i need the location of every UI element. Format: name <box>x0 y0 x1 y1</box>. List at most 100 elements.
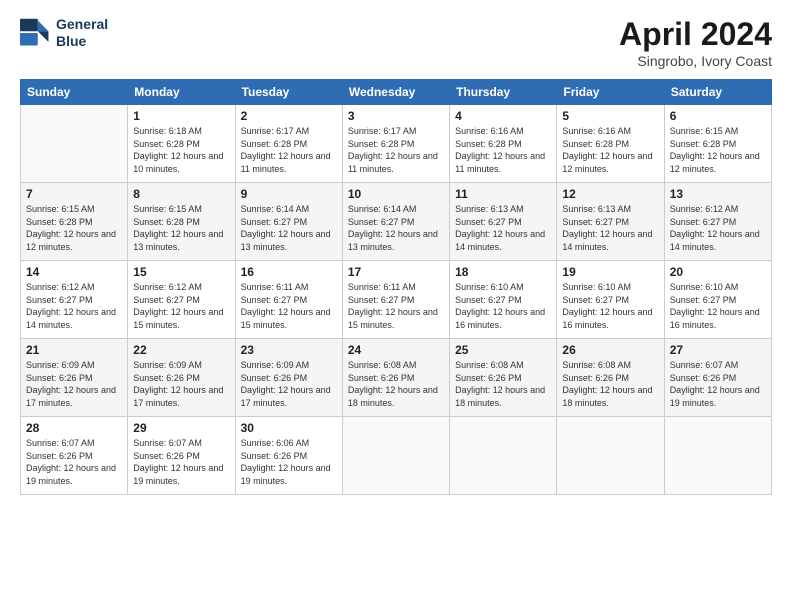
day-number: 5 <box>562 109 658 123</box>
day-number: 11 <box>455 187 551 201</box>
calendar-cell: 13 Sunrise: 6:12 AM Sunset: 6:27 PM Dayl… <box>664 183 771 261</box>
calendar-week-row: 28 Sunrise: 6:07 AM Sunset: 6:26 PM Dayl… <box>21 417 772 495</box>
day-number: 3 <box>348 109 444 123</box>
calendar-cell <box>557 417 664 495</box>
calendar-cell: 27 Sunrise: 6:07 AM Sunset: 6:26 PM Dayl… <box>664 339 771 417</box>
day-number: 6 <box>670 109 766 123</box>
header-row: SundayMondayTuesdayWednesdayThursdayFrid… <box>21 80 772 105</box>
weekday-header: Monday <box>128 80 235 105</box>
day-number: 19 <box>562 265 658 279</box>
calendar-cell: 5 Sunrise: 6:16 AM Sunset: 6:28 PM Dayli… <box>557 105 664 183</box>
day-info: Sunrise: 6:14 AM Sunset: 6:27 PM Dayligh… <box>241 203 337 253</box>
day-number: 21 <box>26 343 122 357</box>
day-number: 4 <box>455 109 551 123</box>
weekday-header: Sunday <box>21 80 128 105</box>
calendar-cell <box>450 417 557 495</box>
calendar-cell: 30 Sunrise: 6:06 AM Sunset: 6:26 PM Dayl… <box>235 417 342 495</box>
day-info: Sunrise: 6:17 AM Sunset: 6:28 PM Dayligh… <box>241 125 337 175</box>
day-number: 7 <box>26 187 122 201</box>
calendar-week-row: 1 Sunrise: 6:18 AM Sunset: 6:28 PM Dayli… <box>21 105 772 183</box>
day-info: Sunrise: 6:13 AM Sunset: 6:27 PM Dayligh… <box>455 203 551 253</box>
calendar-cell: 11 Sunrise: 6:13 AM Sunset: 6:27 PM Dayl… <box>450 183 557 261</box>
day-info: Sunrise: 6:16 AM Sunset: 6:28 PM Dayligh… <box>455 125 551 175</box>
calendar-cell: 3 Sunrise: 6:17 AM Sunset: 6:28 PM Dayli… <box>342 105 449 183</box>
day-info: Sunrise: 6:11 AM Sunset: 6:27 PM Dayligh… <box>241 281 337 331</box>
calendar-cell: 10 Sunrise: 6:14 AM Sunset: 6:27 PM Dayl… <box>342 183 449 261</box>
calendar-cell: 18 Sunrise: 6:10 AM Sunset: 6:27 PM Dayl… <box>450 261 557 339</box>
logo-icon <box>20 17 52 49</box>
day-number: 16 <box>241 265 337 279</box>
day-number: 9 <box>241 187 337 201</box>
calendar-cell: 9 Sunrise: 6:14 AM Sunset: 6:27 PM Dayli… <box>235 183 342 261</box>
day-info: Sunrise: 6:11 AM Sunset: 6:27 PM Dayligh… <box>348 281 444 331</box>
weekday-header: Saturday <box>664 80 771 105</box>
day-number: 8 <box>133 187 229 201</box>
month-title: April 2024 <box>619 16 772 53</box>
calendar-week-row: 14 Sunrise: 6:12 AM Sunset: 6:27 PM Dayl… <box>21 261 772 339</box>
day-info: Sunrise: 6:16 AM Sunset: 6:28 PM Dayligh… <box>562 125 658 175</box>
day-info: Sunrise: 6:15 AM Sunset: 6:28 PM Dayligh… <box>133 203 229 253</box>
calendar-cell <box>21 105 128 183</box>
day-info: Sunrise: 6:07 AM Sunset: 6:26 PM Dayligh… <box>670 359 766 409</box>
day-number: 10 <box>348 187 444 201</box>
calendar-cell: 29 Sunrise: 6:07 AM Sunset: 6:26 PM Dayl… <box>128 417 235 495</box>
day-number: 20 <box>670 265 766 279</box>
calendar-cell: 25 Sunrise: 6:08 AM Sunset: 6:26 PM Dayl… <box>450 339 557 417</box>
calendar-cell: 19 Sunrise: 6:10 AM Sunset: 6:27 PM Dayl… <box>557 261 664 339</box>
calendar-cell: 15 Sunrise: 6:12 AM Sunset: 6:27 PM Dayl… <box>128 261 235 339</box>
calendar-cell <box>664 417 771 495</box>
day-number: 26 <box>562 343 658 357</box>
day-info: Sunrise: 6:15 AM Sunset: 6:28 PM Dayligh… <box>670 125 766 175</box>
calendar-cell: 17 Sunrise: 6:11 AM Sunset: 6:27 PM Dayl… <box>342 261 449 339</box>
calendar-week-row: 21 Sunrise: 6:09 AM Sunset: 6:26 PM Dayl… <box>21 339 772 417</box>
calendar-cell: 7 Sunrise: 6:15 AM Sunset: 6:28 PM Dayli… <box>21 183 128 261</box>
day-info: Sunrise: 6:08 AM Sunset: 6:26 PM Dayligh… <box>348 359 444 409</box>
day-number: 15 <box>133 265 229 279</box>
day-info: Sunrise: 6:17 AM Sunset: 6:28 PM Dayligh… <box>348 125 444 175</box>
day-number: 17 <box>348 265 444 279</box>
calendar-cell: 6 Sunrise: 6:15 AM Sunset: 6:28 PM Dayli… <box>664 105 771 183</box>
day-info: Sunrise: 6:09 AM Sunset: 6:26 PM Dayligh… <box>133 359 229 409</box>
calendar-cell: 20 Sunrise: 6:10 AM Sunset: 6:27 PM Dayl… <box>664 261 771 339</box>
day-info: Sunrise: 6:08 AM Sunset: 6:26 PM Dayligh… <box>562 359 658 409</box>
logo: General Blue <box>20 16 108 50</box>
calendar-cell: 4 Sunrise: 6:16 AM Sunset: 6:28 PM Dayli… <box>450 105 557 183</box>
day-info: Sunrise: 6:12 AM Sunset: 6:27 PM Dayligh… <box>26 281 122 331</box>
calendar-cell: 14 Sunrise: 6:12 AM Sunset: 6:27 PM Dayl… <box>21 261 128 339</box>
day-info: Sunrise: 6:09 AM Sunset: 6:26 PM Dayligh… <box>241 359 337 409</box>
day-info: Sunrise: 6:13 AM Sunset: 6:27 PM Dayligh… <box>562 203 658 253</box>
day-info: Sunrise: 6:14 AM Sunset: 6:27 PM Dayligh… <box>348 203 444 253</box>
calendar-cell: 22 Sunrise: 6:09 AM Sunset: 6:26 PM Dayl… <box>128 339 235 417</box>
calendar-cell: 16 Sunrise: 6:11 AM Sunset: 6:27 PM Dayl… <box>235 261 342 339</box>
day-info: Sunrise: 6:07 AM Sunset: 6:26 PM Dayligh… <box>133 437 229 487</box>
calendar-cell: 28 Sunrise: 6:07 AM Sunset: 6:26 PM Dayl… <box>21 417 128 495</box>
weekday-header: Wednesday <box>342 80 449 105</box>
day-number: 24 <box>348 343 444 357</box>
weekday-header: Tuesday <box>235 80 342 105</box>
calendar-cell: 2 Sunrise: 6:17 AM Sunset: 6:28 PM Dayli… <box>235 105 342 183</box>
page-container: General Blue April 2024 Singrobo, Ivory … <box>0 0 792 505</box>
day-info: Sunrise: 6:10 AM Sunset: 6:27 PM Dayligh… <box>670 281 766 331</box>
title-block: April 2024 Singrobo, Ivory Coast <box>619 16 772 69</box>
calendar-table: SundayMondayTuesdayWednesdayThursdayFrid… <box>20 79 772 495</box>
day-info: Sunrise: 6:06 AM Sunset: 6:26 PM Dayligh… <box>241 437 337 487</box>
day-info: Sunrise: 6:15 AM Sunset: 6:28 PM Dayligh… <box>26 203 122 253</box>
day-info: Sunrise: 6:10 AM Sunset: 6:27 PM Dayligh… <box>562 281 658 331</box>
day-info: Sunrise: 6:12 AM Sunset: 6:27 PM Dayligh… <box>133 281 229 331</box>
location-title: Singrobo, Ivory Coast <box>619 53 772 69</box>
day-number: 1 <box>133 109 229 123</box>
calendar-cell: 8 Sunrise: 6:15 AM Sunset: 6:28 PM Dayli… <box>128 183 235 261</box>
day-number: 29 <box>133 421 229 435</box>
weekday-header: Thursday <box>450 80 557 105</box>
logo-text: General Blue <box>56 16 108 50</box>
day-number: 25 <box>455 343 551 357</box>
calendar-cell: 1 Sunrise: 6:18 AM Sunset: 6:28 PM Dayli… <box>128 105 235 183</box>
day-info: Sunrise: 6:12 AM Sunset: 6:27 PM Dayligh… <box>670 203 766 253</box>
day-number: 30 <box>241 421 337 435</box>
calendar-cell <box>342 417 449 495</box>
calendar-cell: 26 Sunrise: 6:08 AM Sunset: 6:26 PM Dayl… <box>557 339 664 417</box>
day-info: Sunrise: 6:07 AM Sunset: 6:26 PM Dayligh… <box>26 437 122 487</box>
day-info: Sunrise: 6:18 AM Sunset: 6:28 PM Dayligh… <box>133 125 229 175</box>
calendar-cell: 12 Sunrise: 6:13 AM Sunset: 6:27 PM Dayl… <box>557 183 664 261</box>
day-number: 22 <box>133 343 229 357</box>
